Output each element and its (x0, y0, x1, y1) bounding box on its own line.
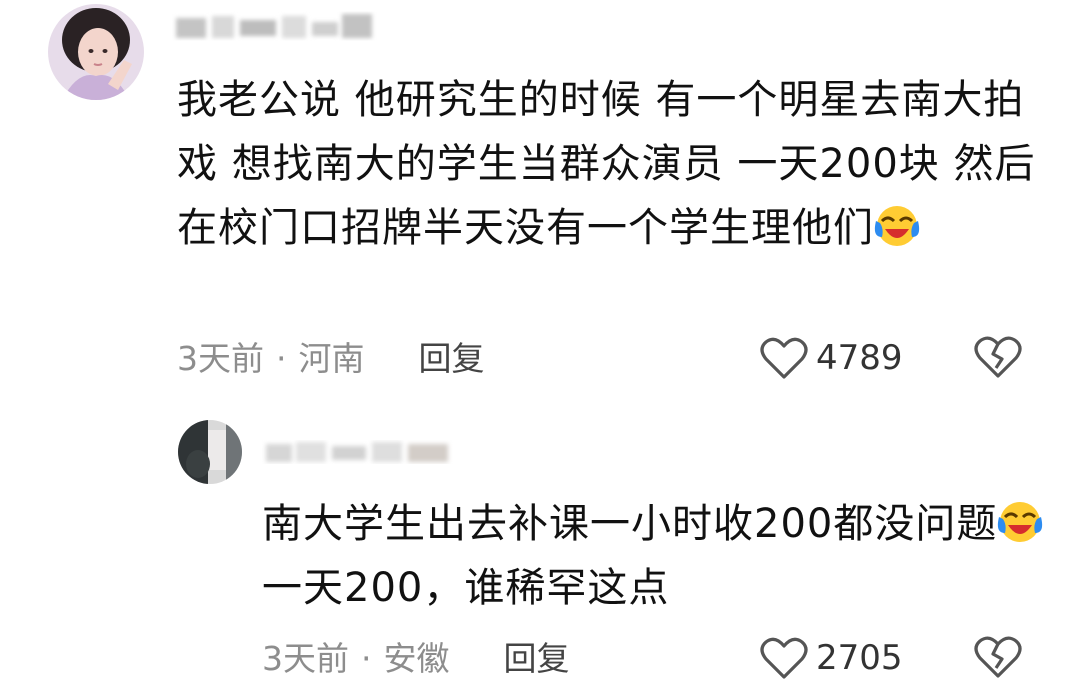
reply-text-part2: 一天200，谁稀罕这点 (262, 565, 670, 611)
like-button[interactable]: 4789 (760, 332, 903, 384)
reply-button[interactable]: 回复 (504, 636, 570, 682)
reply-time: 3天前 (262, 639, 349, 678)
heart-outline-icon (760, 337, 808, 379)
reply-button[interactable]: 回复 (419, 336, 485, 382)
reply-text-part1: 南大学生出去补课一小时收200都没问题 (262, 501, 998, 547)
like-count: 4789 (816, 338, 903, 378)
comment-meta: 3天前 · 河南 回复 (177, 336, 485, 382)
meta-separator: · (276, 339, 287, 378)
like-button[interactable]: 2705 (760, 632, 903, 684)
laughing-crying-emoji-icon (874, 206, 920, 246)
laughing-crying-emoji-icon (998, 502, 1043, 542)
comment-text: 我老公说 他研究生的时候 有一个明星去南大拍戏 想找南大的学生当群众演员 一天2… (177, 68, 1047, 260)
like-count: 2705 (816, 638, 903, 678)
broken-heart-icon (974, 636, 1022, 678)
comment-location: 河南 (298, 339, 365, 378)
reply-text: 南大学生出去补课一小时收200都没问题 一天200，谁稀罕这点 (262, 492, 1052, 620)
heart-outline-icon (760, 637, 808, 679)
reply-avatar[interactable] (178, 420, 242, 484)
dislike-button[interactable] (973, 634, 1023, 684)
broken-heart-icon (974, 336, 1022, 378)
reply-location: 安徽 (383, 639, 450, 678)
comment-time: 3天前 (177, 339, 264, 378)
meta-separator: · (361, 639, 372, 678)
commenter-username-blurred[interactable] (172, 10, 382, 44)
reply-username-blurred[interactable] (262, 434, 462, 468)
dislike-button[interactable] (973, 334, 1023, 384)
commenter-avatar[interactable] (48, 4, 144, 100)
reply-meta: 3天前 · 安徽 回复 (262, 636, 570, 682)
comment-thread: 我老公说 他研究生的时候 有一个明星去南大拍戏 想找南大的学生当群众演员 一天2… (0, 0, 1080, 691)
